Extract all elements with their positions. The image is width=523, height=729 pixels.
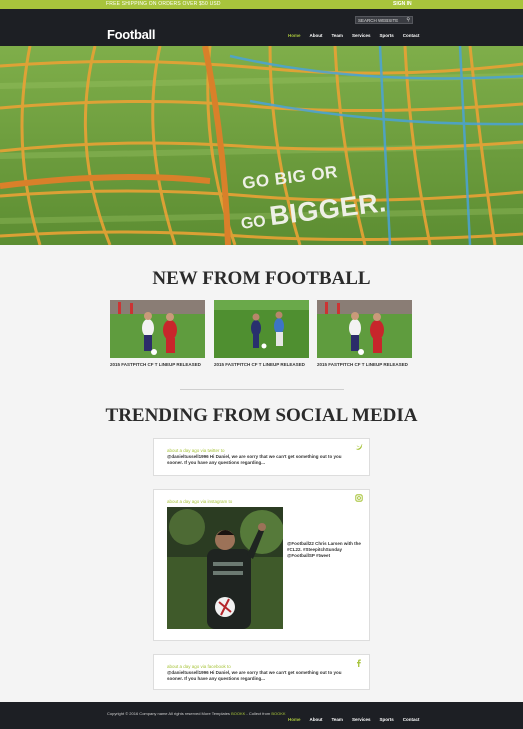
- footer-nav-home[interactable]: Home: [288, 717, 301, 722]
- news-card-image[interactable]: [110, 300, 205, 358]
- footer-nav-sports[interactable]: Sports: [379, 717, 393, 722]
- twitter-icon[interactable]: [355, 443, 363, 451]
- news-card[interactable]: 2015 FASTPITCH CF T LINEUP RELEASED: [214, 300, 309, 367]
- news-section-title: NEW FROM FOOTBALL: [152, 268, 371, 289]
- nav-contact[interactable]: Contact: [403, 33, 420, 38]
- search-icon[interactable]: ⚲: [406, 17, 410, 24]
- copyright-mid: - Collect from: [245, 711, 271, 716]
- sign-in-link[interactable]: SIGN IN: [393, 1, 412, 7]
- footer-nav-contact[interactable]: Contact: [403, 717, 420, 722]
- footer-nav-about[interactable]: About: [310, 717, 323, 722]
- post-text: @danieltussell1996 Hi Daniel, we are sor…: [167, 670, 342, 681]
- nav-home[interactable]: Home: [288, 33, 301, 38]
- news-card-caption[interactable]: 2015 FASTPITCH CF T LINEUP RELEASED: [110, 362, 205, 367]
- instagram-icon[interactable]: [355, 494, 363, 502]
- post-time: about a day ago via instagram to: [167, 499, 233, 504]
- site-footer: Copyright © 2016 Company name All rights…: [0, 702, 523, 729]
- footer-nav: Home About Team Services Sports Contact: [288, 717, 419, 722]
- trending-section-title: TRENDING FROM SOCIAL MEDIA: [105, 405, 418, 426]
- shipping-promo: FREE SHIPPING ON ORDERS OVER $50 USD: [106, 1, 221, 7]
- search-input[interactable]: [358, 17, 402, 23]
- top-bar: FREE SHIPPING ON ORDERS OVER $50 USD SIG…: [0, 0, 523, 9]
- search-box[interactable]: ⚲: [355, 16, 413, 24]
- social-post-facebook[interactable]: about a day ago via facebook to @danielt…: [153, 654, 370, 690]
- footer-nav-services[interactable]: Services: [352, 717, 371, 722]
- facebook-icon[interactable]: [355, 659, 363, 667]
- post-text: @danieltussell1996 Hi Daniel, we are sor…: [167, 454, 342, 465]
- copyright-main: Copyright © 2016 Company name All rights…: [107, 711, 230, 716]
- news-card[interactable]: 2015 FASTPITCH CF T LINEUP RELEASED: [317, 300, 412, 367]
- news-card[interactable]: 2015 FASTPITCH CF T LINEUP RELEASED: [110, 300, 205, 367]
- section-divider: [180, 389, 344, 390]
- hero-slider: GO BIG OR GO BIGGER.: [0, 46, 523, 245]
- hero-slogan-go: GO: [239, 212, 267, 233]
- post-time: about a day ago via facebook to: [167, 664, 231, 669]
- news-card-caption[interactable]: 2015 FASTPITCH CF T LINEUP RELEASED: [317, 362, 412, 367]
- nav-about[interactable]: About: [310, 33, 323, 38]
- social-post-instagram[interactable]: about a day ago via instagram to @Footba…: [153, 489, 370, 641]
- copyright-text: Copyright © 2016 Company name All rights…: [107, 711, 286, 716]
- footer-nav-team[interactable]: Team: [332, 717, 343, 722]
- nav-team[interactable]: Team: [332, 33, 343, 38]
- footer-link-collect[interactable]: BOOKK: [271, 711, 285, 716]
- social-post-twitter[interactable]: about a day ago via twitter to @danieltu…: [153, 438, 370, 476]
- post-time: about a day ago via twitter to: [167, 448, 225, 453]
- nav-sports[interactable]: Sports: [379, 33, 393, 38]
- main-nav: Home About Team Services Sports Contact: [288, 33, 419, 38]
- news-card-image[interactable]: [317, 300, 412, 358]
- news-card-image[interactable]: [214, 300, 309, 358]
- site-logo[interactable]: Football: [107, 27, 155, 42]
- nav-services[interactable]: Services: [352, 33, 371, 38]
- post-photo[interactable]: [167, 507, 283, 629]
- footer-link-templates[interactable]: BOOKK: [231, 711, 245, 716]
- post-text: @Football22 Chris Larsen with the #CL22.…: [287, 541, 361, 558]
- site-header: ⚲ Football Home About Team Services Spor…: [0, 9, 523, 46]
- news-card-caption[interactable]: 2015 FASTPITCH CF T LINEUP RELEASED: [214, 362, 309, 367]
